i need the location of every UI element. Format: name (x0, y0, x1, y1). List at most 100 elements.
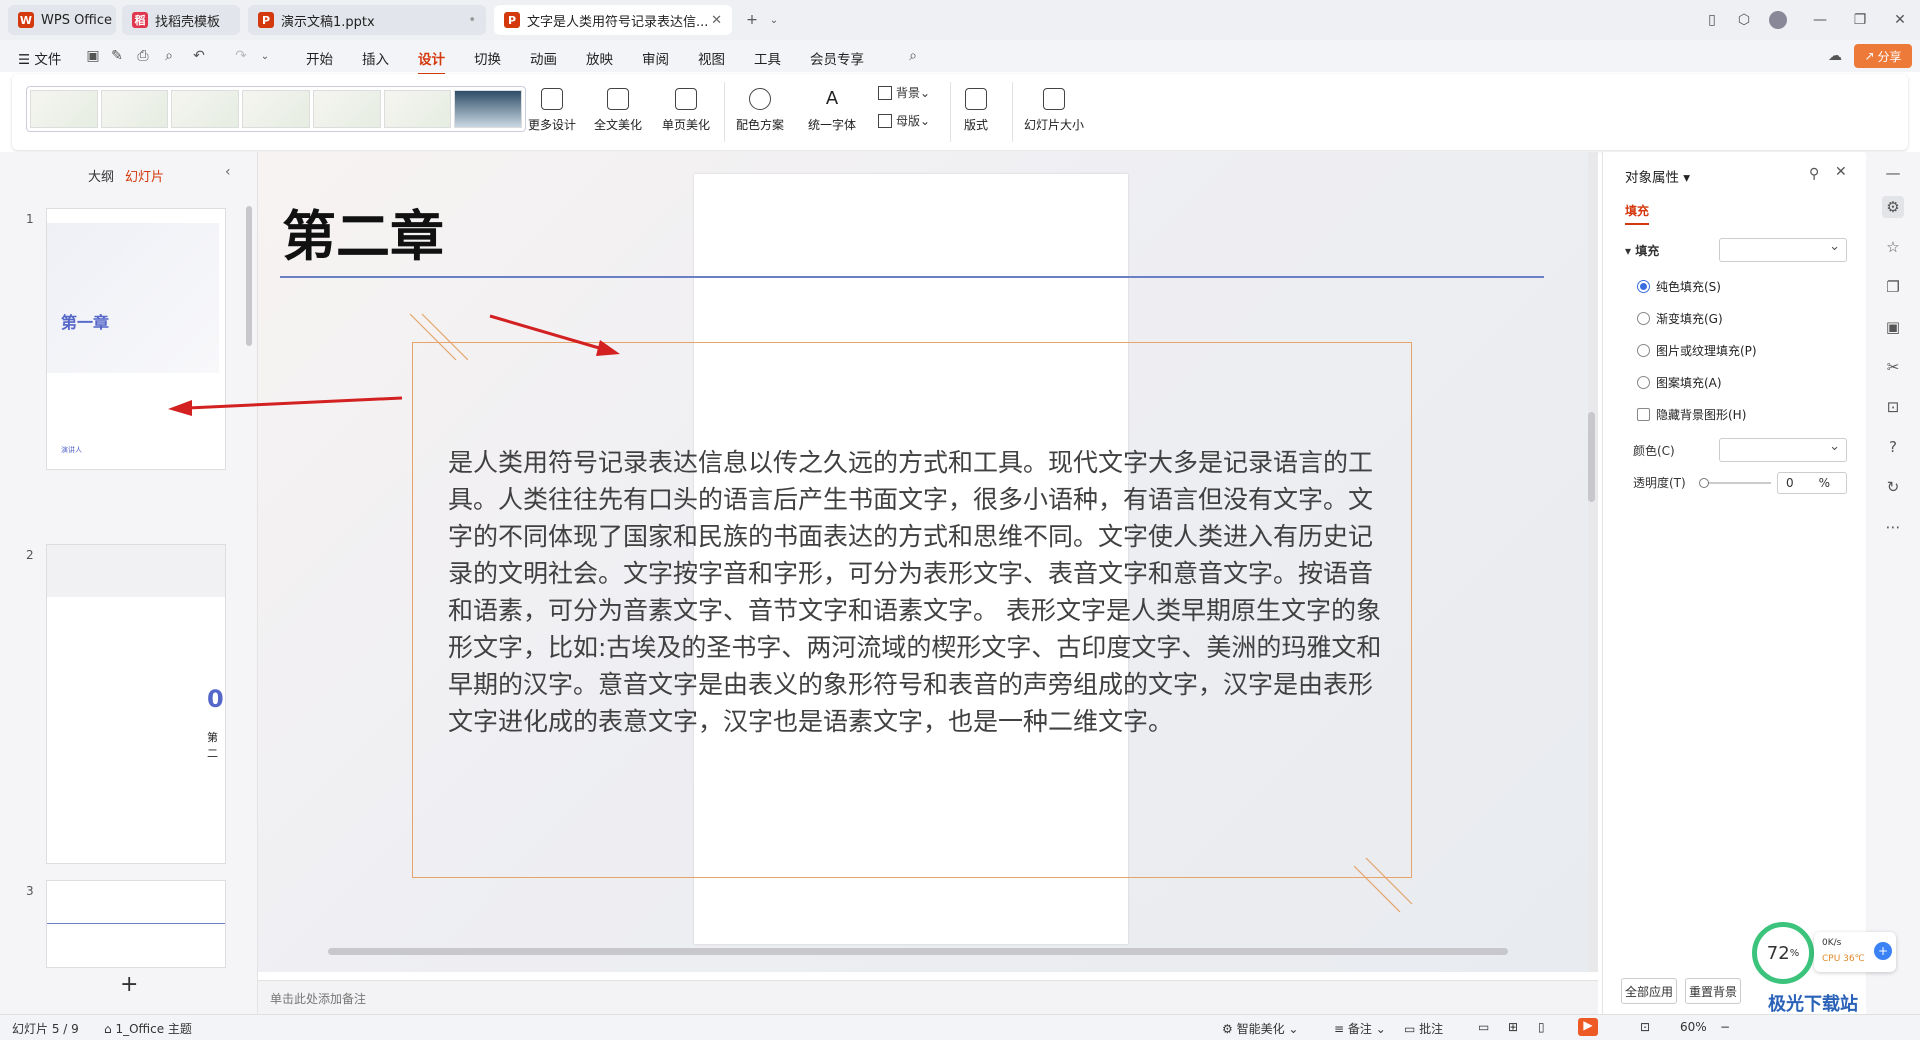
smart-beautify-button[interactable]: ⚙ 智能美化 ⌄ (1222, 1020, 1298, 1037)
print-preview-icon[interactable]: ⌕ (160, 48, 178, 64)
beautify-page-button[interactable]: 单页美化 (662, 88, 710, 133)
zoom-out-icon[interactable]: − (1720, 1020, 1730, 1034)
redo-icon[interactable]: ↷ (232, 48, 250, 64)
beautify-all-button[interactable]: 全文美化 (594, 88, 642, 133)
fill-type-dropdown[interactable] (1719, 238, 1847, 262)
theme-thumb[interactable] (100, 90, 169, 128)
restore-icon[interactable]: ❐ (1848, 8, 1872, 32)
background-button[interactable]: 背景 ⌄ (878, 84, 930, 101)
pattern-fill-radio[interactable]: 图案填充(A) (1637, 374, 1722, 391)
search-icon[interactable]: ⌕ (904, 48, 922, 64)
format-painter-icon[interactable]: ✎ (108, 48, 126, 64)
unify-font-button[interactable]: A 统一字体 (808, 88, 856, 133)
reading-view-icon[interactable]: ▯ (1538, 1020, 1545, 1034)
help-icon[interactable]: ? (1882, 436, 1904, 458)
slide-title[interactable]: 第二章 (282, 192, 444, 271)
body-text[interactable]: 是人类用符号记录表达信息以传之久远的方式和工具。现代文字大多是记录语言的工具。人… (448, 444, 1383, 740)
fill-section-header[interactable]: ▾ 填充 (1625, 242, 1659, 259)
menu-review[interactable]: 审阅 (642, 48, 669, 68)
copy-icon[interactable]: ❐ (1882, 276, 1904, 298)
image-edit-icon[interactable]: ▣ (1882, 316, 1904, 338)
share-button[interactable]: ↗ 分享 (1854, 44, 1912, 68)
title-underline[interactable] (280, 276, 1544, 278)
master-button[interactable]: 母版 ⌄ (878, 112, 930, 129)
slide-thumb-1[interactable]: 第一章 演讲人 (46, 208, 226, 470)
layout-button[interactable]: 版式 (964, 88, 988, 133)
menu-view[interactable]: 视图 (698, 48, 725, 68)
picture-fill-radio[interactable]: 图片或纹理填充(P) (1637, 342, 1757, 359)
save-icon[interactable]: ▣ (84, 48, 102, 64)
slide-thumb-3[interactable] (46, 880, 226, 968)
transparency-input[interactable]: 0% (1777, 472, 1847, 494)
theme-thumb[interactable] (30, 90, 98, 128)
more-design-button[interactable]: 更多设计 (528, 88, 576, 133)
minimize-icon[interactable]: — (1808, 8, 1832, 32)
slide-size-button[interactable]: 幻灯片大小 (1024, 88, 1084, 133)
panel-title[interactable]: 对象属性 ▾ (1625, 166, 1690, 186)
add-slide-button[interactable]: + (120, 972, 138, 997)
tab-outline[interactable]: 大纲 (88, 166, 114, 185)
performance-gauge[interactable]: 72% (1752, 922, 1814, 984)
transparency-slider[interactable] (1699, 478, 1771, 488)
theme-thumb[interactable] (383, 90, 452, 128)
color-scheme-button[interactable]: 配色方案 (736, 88, 784, 133)
zoom-level[interactable]: 60% (1680, 1020, 1707, 1034)
thumb-scrollbar[interactable] (246, 206, 252, 346)
radio-button[interactable] (1637, 312, 1650, 325)
radio-button[interactable] (1637, 376, 1650, 389)
theme-thumb[interactable] (454, 90, 523, 128)
tab-presentation1[interactable]: P 演示文稿1.pptx • (248, 5, 486, 35)
book-icon[interactable]: ⊡ (1882, 396, 1904, 418)
tab-docer[interactable]: 稻 找稻壳模板 (122, 5, 240, 35)
tools-icon[interactable]: ✂ (1882, 356, 1904, 378)
avatar[interactable] (1766, 8, 1790, 32)
more-icon[interactable]: ⋯ (1882, 516, 1904, 538)
menu-insert[interactable]: 插入 (362, 48, 389, 68)
notes-area[interactable]: 单击此处添加备注 (258, 980, 1598, 1014)
menu-slideshow[interactable]: 放映 (586, 48, 613, 68)
slide[interactable]: 第二章 是人类用符号记录表达信息以传之久远的方式和工具。现代文字大多是记录语言的… (258, 152, 1595, 972)
theme-thumb[interactable] (171, 90, 240, 128)
file-menu[interactable]: ☰ 文件 (18, 48, 61, 68)
properties-icon[interactable]: ⚙ (1882, 196, 1904, 218)
cube-icon[interactable]: ⬡ (1732, 8, 1756, 32)
collapse-panel-icon[interactable]: ‹ (225, 164, 231, 180)
theme-name[interactable]: ⌂ 1_Office 主题 (104, 1020, 192, 1037)
menu-tools[interactable]: 工具 (754, 48, 781, 68)
new-tab-icon[interactable]: + (740, 8, 764, 32)
pin-icon[interactable]: ⚲ (1809, 166, 1819, 182)
play-icon[interactable]: ▶ (1578, 1018, 1598, 1036)
color-dropdown[interactable] (1719, 438, 1847, 462)
menu-start[interactable]: 开始 (306, 48, 333, 68)
more-quick-icon[interactable]: ⌄ (256, 48, 274, 64)
solid-fill-radio[interactable]: 纯色填充(S) (1637, 278, 1721, 295)
sorter-view-icon[interactable]: ⊞ (1508, 1020, 1518, 1034)
menu-member[interactable]: 会员专享 (810, 48, 864, 68)
tab-current-doc[interactable]: P 文字是人类用符号记录表达信... ✕ (494, 5, 732, 35)
star-icon[interactable]: ☆ (1882, 236, 1904, 258)
tab-close-icon[interactable]: ✕ (711, 13, 722, 28)
network-cpu-widget[interactable]: 0K/s CPU 36℃ + (1814, 932, 1896, 972)
theme-gallery[interactable] (26, 86, 526, 132)
share-arrow-icon[interactable]: ↻ (1882, 476, 1904, 498)
plus-icon[interactable]: + (1874, 942, 1892, 960)
layout-icon[interactable]: ▯ (1700, 8, 1724, 32)
theme-thumb[interactable] (312, 90, 381, 128)
comments-button[interactable]: ▭ 批注 (1404, 1020, 1443, 1037)
undo-icon[interactable]: ↶ (190, 48, 208, 64)
reset-background-button[interactable]: 重置背景 (1685, 978, 1741, 1004)
notes-button[interactable]: ≡ 备注 ⌄ (1334, 1020, 1386, 1037)
checkbox[interactable] (1637, 408, 1650, 421)
apply-all-button[interactable]: 全部应用 (1621, 978, 1677, 1004)
menu-animation[interactable]: 动画 (530, 48, 557, 68)
close-panel-icon[interactable]: ✕ (1835, 164, 1847, 180)
print-icon[interactable]: ⎙ (134, 48, 152, 64)
tab-list-icon[interactable]: ⌄ (762, 8, 786, 32)
radio-button[interactable] (1637, 344, 1650, 357)
close-window-icon[interactable]: ✕ (1888, 8, 1912, 32)
fit-icon[interactable]: ⊡ (1640, 1020, 1650, 1034)
canvas-vscroll-thumb[interactable] (1588, 412, 1595, 502)
theme-thumb[interactable] (242, 90, 310, 128)
tab-slides[interactable]: 幻灯片 (125, 166, 164, 185)
menu-transition[interactable]: 切换 (474, 48, 501, 68)
